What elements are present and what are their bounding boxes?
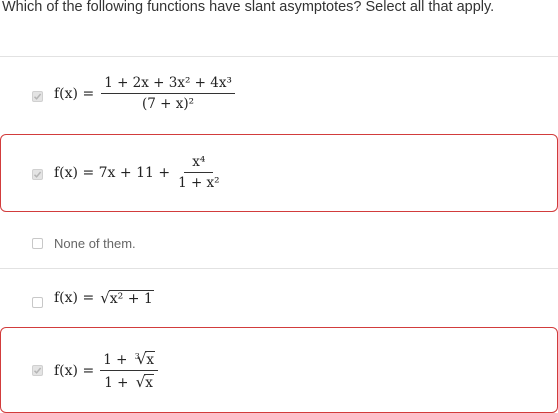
option-5-numerator-prefix: 1 + — [103, 352, 128, 368]
question-text: Which of the following functions have sl… — [2, 0, 495, 15]
checkmark-icon — [33, 171, 42, 178]
option-1-numerator: 1 + 2x + 3x² + 4x³ — [101, 75, 235, 94]
option-3[interactable]: None of them. — [0, 213, 558, 268]
option-5-lhs: f(x) = — [54, 362, 95, 379]
option-4-checkbox[interactable] — [32, 297, 43, 308]
option-5-checkbox[interactable] — [32, 365, 43, 376]
option-4-formula: f(x) = √ x² + 1 — [54, 289, 154, 307]
option-4[interactable]: f(x) = √ x² + 1 — [0, 269, 558, 327]
option-5-formula: f(x) = 1 + 3√x 1 + √x — [54, 350, 160, 391]
option-4-lhs: f(x) = — [54, 290, 95, 306]
checkmark-icon — [33, 93, 42, 100]
option-1-denominator: (7 + x)² — [142, 96, 195, 112]
option-2-formula: f(x) = 7x + 11 + x⁴ 1 + x² — [54, 154, 225, 191]
option-3-checkbox[interactable] — [32, 238, 43, 249]
option-5-fraction: 1 + 3√x 1 + √x — [100, 350, 158, 391]
option-4-radicand: x² + 1 — [108, 289, 154, 307]
option-5-denominator: 1 + √x — [101, 371, 157, 391]
option-1-formula: f(x) = 1 + 2x + 3x² + 4x³ (7 + x)² — [54, 75, 237, 112]
option-1-fraction: 1 + 2x + 3x² + 4x³ (7 + x)² — [101, 75, 235, 112]
checkmark-icon — [33, 367, 42, 374]
option-1-lhs: f(x) = — [54, 85, 95, 102]
option-1-checkbox[interactable] — [32, 91, 43, 102]
option-5-denominator-radicand: x — [144, 374, 154, 391]
option-2-denominator: 1 + x² — [178, 175, 220, 191]
option-5-numerator-radicand: x — [145, 351, 155, 368]
option-2-checkbox[interactable] — [32, 169, 43, 180]
option-2-numerator: x⁴ — [184, 154, 214, 173]
option-2-lhs: f(x) = 7x + 11 + — [54, 164, 171, 181]
option-5[interactable]: f(x) = 1 + 3√x 1 + √x — [0, 327, 558, 413]
option-3-label: None of them. — [54, 236, 136, 251]
option-5-numerator: 1 + 3√x — [100, 350, 158, 371]
option-5-denominator-prefix: 1 + — [104, 375, 129, 391]
option-1[interactable]: f(x) = 1 + 2x + 3x² + 4x³ (7 + x)² — [0, 58, 558, 134]
divider — [0, 56, 558, 57]
option-2-fraction: x⁴ 1 + x² — [175, 154, 223, 191]
option-2[interactable]: f(x) = 7x + 11 + x⁴ 1 + x² — [0, 134, 558, 212]
